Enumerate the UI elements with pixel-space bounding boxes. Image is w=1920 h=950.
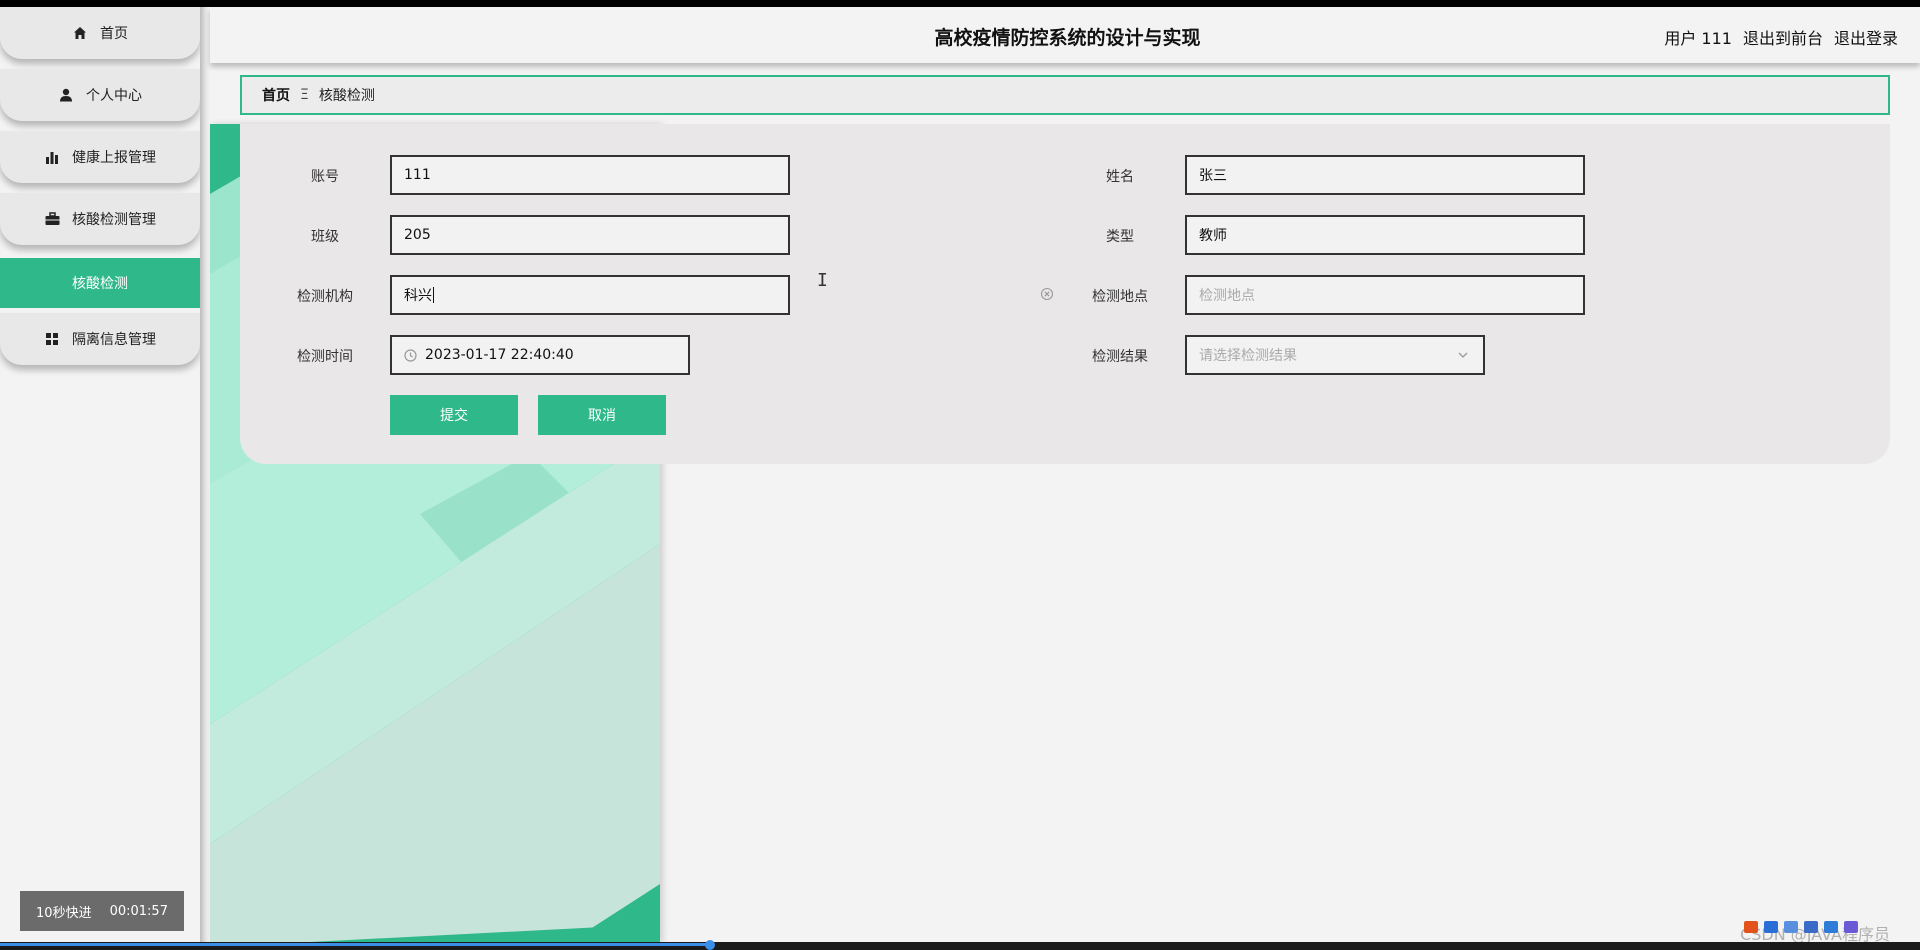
- name-input[interactable]: 张三: [1185, 155, 1585, 195]
- mouse-ibeam-icon: I: [817, 270, 828, 291]
- type-label: 类型: [1106, 229, 1134, 245]
- account-input[interactable]: 111: [390, 155, 790, 195]
- name-value: 张三: [1199, 168, 1227, 184]
- sidebar-item-health-report[interactable]: 健康上报管理: [0, 131, 200, 183]
- video-skip-overlay[interactable]: 10秒快进 00:01:57: [20, 891, 184, 931]
- location-input[interactable]: 检测地点: [1185, 275, 1585, 315]
- window-top-edge: [0, 0, 1920, 7]
- sidebar-item-quarantine[interactable]: 隔离信息管理: [0, 313, 200, 365]
- class-input[interactable]: 205: [390, 215, 790, 255]
- top-header: 高校疫情防控系统的设计与实现 用户 111 退出到前台 退出登录: [210, 7, 1920, 63]
- sidebar-item-label: 健康上报管理: [72, 150, 156, 166]
- system-tray: [1744, 912, 1920, 942]
- breadcrumb-current: 核酸检测: [318, 88, 375, 104]
- app-tray-icon: [1744, 921, 1758, 933]
- result-label: 检测结果: [1092, 349, 1148, 365]
- name-label: 姓名: [1106, 169, 1134, 185]
- account-label: 账号: [311, 169, 339, 185]
- current-user: 用户 111: [1664, 29, 1732, 48]
- nucleic-test-form: 账号 111 姓名 张三 班级 205 类型 教师 检测机构 科兴 检测地点 检…: [240, 124, 1890, 464]
- class-value: 205: [404, 227, 431, 243]
- sidebar-subitem-nucleic-test[interactable]: 核酸检测: [0, 258, 200, 308]
- header-links: 用户 111 退出到前台 退出登录: [1664, 25, 1898, 49]
- settings-tray-icon: [1784, 921, 1798, 933]
- time-value: 2023-01-17 22:40:40: [425, 347, 574, 363]
- sidebar-subitem-label: 核酸检测: [72, 276, 128, 292]
- keyboard-icon: [1804, 921, 1818, 933]
- sidebar-item-profile[interactable]: 个人中心: [0, 69, 200, 121]
- institution-value: 科兴: [404, 288, 432, 304]
- result-placeholder: 请选择检测结果: [1199, 348, 1297, 364]
- grid-icon: [44, 331, 60, 347]
- video-skip-label: 10秒快进: [36, 905, 92, 921]
- location-placeholder: 检测地点: [1199, 288, 1255, 304]
- time-picker[interactable]: 2023-01-17 22:40:40: [390, 335, 690, 375]
- ime-icon: [1764, 921, 1778, 933]
- submit-button[interactable]: 提交: [390, 395, 518, 435]
- class-label: 班级: [311, 229, 339, 245]
- sidebar-item-label: 隔离信息管理: [72, 332, 156, 348]
- breadcrumb: 首页 Ξ 核酸检测: [240, 75, 1890, 115]
- type-value: 教师: [1199, 228, 1227, 244]
- breadcrumb-home[interactable]: 首页: [262, 85, 290, 105]
- sidebar: 首页 个人中心 健康上报管理 核酸检测管理 核酸检测 隔离信息管理 10秒快进 …: [0, 7, 200, 942]
- home-icon: [72, 25, 88, 41]
- sidebar-item-home[interactable]: 首页: [0, 7, 200, 59]
- user-icon: [58, 87, 74, 103]
- back-to-front-link[interactable]: 退出到前台: [1743, 25, 1823, 49]
- text-caret: [433, 287, 434, 303]
- sidebar-item-label: 个人中心: [86, 88, 142, 104]
- sidebar-item-nucleic-test[interactable]: 核酸检测管理: [0, 193, 200, 245]
- breadcrumb-separator-icon: Ξ: [300, 87, 309, 103]
- briefcase-icon: [44, 211, 60, 227]
- bar-chart-icon: [44, 149, 60, 165]
- institution-label: 检测机构: [297, 289, 353, 305]
- time-label: 检测时间: [297, 349, 353, 365]
- chevron-down-icon: [1457, 349, 1469, 365]
- location-label: 检测地点: [1092, 289, 1148, 305]
- video-progress-bar[interactable]: [0, 943, 710, 946]
- cancel-button[interactable]: 取消: [538, 395, 666, 435]
- sidebar-item-label: 首页: [100, 26, 128, 42]
- type-input[interactable]: 教师: [1185, 215, 1585, 255]
- sidebar-divider: [200, 7, 210, 942]
- clear-icon[interactable]: [1040, 286, 1054, 301]
- institution-input[interactable]: 科兴: [390, 275, 790, 315]
- video-progress-handle[interactable]: [705, 940, 715, 950]
- video-time: 00:01:57: [109, 903, 168, 919]
- logout-link[interactable]: 退出登录: [1834, 25, 1898, 49]
- account-value: 111: [404, 167, 431, 183]
- clock-icon: [404, 348, 417, 362]
- sidebar-item-label: 核酸检测管理: [72, 212, 156, 228]
- network-icon: [1824, 921, 1838, 933]
- apps-icon: [1844, 921, 1858, 933]
- result-select[interactable]: 请选择检测结果: [1185, 335, 1485, 375]
